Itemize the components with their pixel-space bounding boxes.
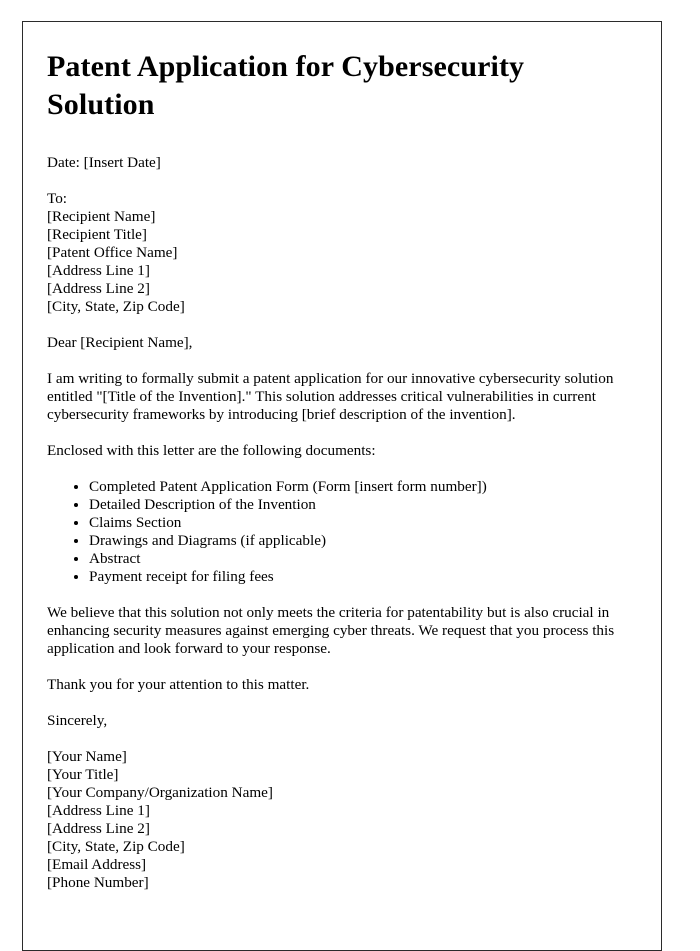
recipient-line: [Recipient Title]: [47, 226, 147, 243]
recipient-line: [Address Line 1]: [47, 262, 150, 279]
signature-line: [Email Address]: [47, 856, 147, 873]
salutation: Dear [Recipient Name],: [47, 334, 193, 351]
document-page: Patent Application for Cybersecurity Sol…: [22, 21, 662, 951]
signature-line: [City, State, Zip Code]: [47, 838, 185, 855]
list-item: Drawings and Diagrams (if applicable): [89, 532, 629, 550]
signature-line: [Address Line 2]: [47, 820, 150, 837]
list-item: Abstract: [89, 550, 629, 568]
recipient-address-block: To: [Recipient Name] [Recipient Title] […: [47, 190, 629, 316]
list-item: Claims Section: [89, 514, 629, 532]
signature-line: [Address Line 1]: [47, 802, 150, 819]
closing-paragraph: We believe that this solution not only m…: [47, 604, 615, 657]
recipient-heading: To:: [47, 190, 68, 207]
signature-block: [Your Name] [Your Title] [Your Company/O…: [47, 748, 629, 892]
list-item: Payment receipt for filing fees: [89, 568, 629, 586]
thanks-paragraph: Thank you for your attention to this mat…: [47, 676, 310, 693]
list-item: Completed Patent Application Form (Form …: [89, 478, 629, 496]
enclosure-intro: Enclosed with this letter are the follow…: [47, 442, 376, 459]
signature-line: [Your Name]: [47, 748, 127, 765]
sign-off: Sincerely,: [47, 712, 108, 729]
enclosure-list: Completed Patent Application Form (Form …: [47, 478, 629, 586]
recipient-line: [City, State, Zip Code]: [47, 298, 185, 315]
date-line: Date: [Insert Date]: [47, 154, 161, 171]
page-title: Patent Application for Cybersecurity Sol…: [47, 50, 525, 121]
signature-line: [Phone Number]: [47, 874, 149, 891]
opening-paragraph: I am writing to formally submit a patent…: [47, 370, 614, 423]
recipient-line: [Recipient Name]: [47, 208, 156, 225]
recipient-line: [Address Line 2]: [47, 280, 150, 297]
signature-line: [Your Title]: [47, 766, 119, 783]
list-item: Detailed Description of the Invention: [89, 496, 629, 514]
recipient-line: [Patent Office Name]: [47, 244, 178, 261]
signature-line: [Your Company/Organization Name]: [47, 784, 273, 801]
